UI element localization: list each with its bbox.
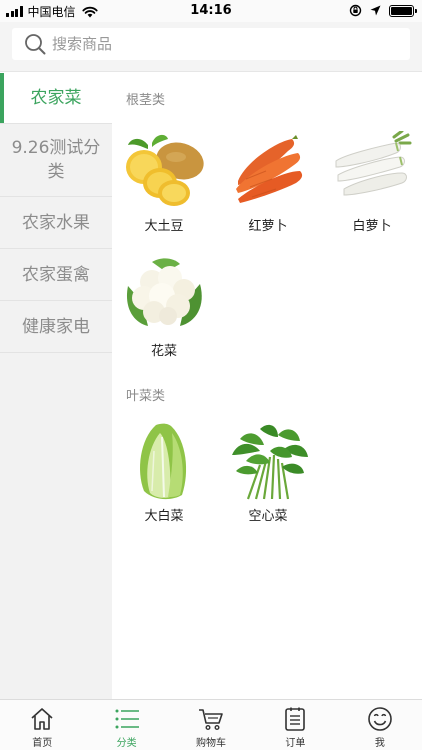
- search-bar: [0, 22, 422, 72]
- sidebar-item-label: 农家水果: [22, 212, 90, 233]
- tab-label: 我: [374, 738, 385, 749]
- search-icon: [25, 34, 46, 55]
- potato-image: [126, 134, 204, 206]
- category-sidebar: 农家菜 9.26测试分类 农家水果 农家蛋禽 健康家电: [0, 73, 112, 699]
- sidebar-item-eggs-poultry[interactable]: 农家蛋禽: [0, 249, 112, 301]
- status-bar: 中国电信 14:16: [0, 0, 422, 22]
- sidebar-item-label: 农家蛋禽: [22, 264, 90, 285]
- sidebar-item-label: 9.26测试分类: [11, 138, 101, 182]
- search-input[interactable]: [52, 35, 382, 53]
- cauliflower-image: [126, 258, 202, 326]
- location-arrow-icon: [370, 5, 381, 16]
- tab-label: 首页: [32, 738, 53, 749]
- search-box[interactable]: [12, 28, 410, 60]
- product-name: 大白菜: [144, 509, 184, 524]
- carrot-image: [236, 135, 303, 203]
- sidebar-item-label: 农家菜: [30, 88, 82, 108]
- product-item[interactable]: 花菜: [112, 256, 216, 376]
- tab-label: 分类: [116, 738, 137, 749]
- home-icon: [31, 708, 53, 730]
- battery-icon: [389, 4, 417, 17]
- tab-category[interactable]: 分类: [84, 700, 168, 750]
- sidebar-item-nongjiacai[interactable]: 农家菜: [0, 73, 112, 124]
- product-item[interactable]: 大白菜: [112, 421, 216, 541]
- product-item[interactable]: 大土豆: [112, 131, 216, 251]
- product-content: 根茎类 大土豆 红萝卜 白萝卜 花菜 叶菜类 大白菜 空心菜: [112, 73, 422, 699]
- tab-label: 订单: [285, 738, 306, 749]
- product-item[interactable]: 白萝卜: [320, 131, 422, 251]
- product-item[interactable]: 空心菜: [216, 421, 320, 541]
- order-icon: [285, 707, 306, 731]
- product-name: 白萝卜: [352, 219, 392, 234]
- section-title-root-vegetables: 根茎类: [126, 93, 166, 108]
- rotation-lock-icon: [349, 4, 362, 17]
- tab-label: 购物车: [196, 738, 227, 749]
- sidebar-item-test-category[interactable]: 9.26测试分类: [0, 124, 112, 197]
- smiley-profile-icon: [368, 707, 392, 731]
- product-name: 花菜: [150, 344, 177, 359]
- section-title-leafy-vegetables: 叶菜类: [126, 389, 166, 404]
- product-name: 大土豆: [144, 219, 184, 234]
- product-item[interactable]: 红萝卜: [216, 131, 320, 251]
- water-spinach-image: [232, 424, 308, 500]
- tab-orders[interactable]: 订单: [253, 700, 337, 750]
- product-name: 空心菜: [248, 509, 288, 524]
- bottom-tab-bar: 首页 分类 购物车 订单 我: [0, 699, 422, 750]
- tab-home[interactable]: 首页: [0, 700, 84, 750]
- sidebar-item-label: 健康家电: [22, 316, 90, 337]
- tab-cart[interactable]: 购物车: [169, 700, 253, 750]
- napa-cabbage-image: [140, 423, 187, 500]
- product-name: 红萝卜: [248, 219, 288, 234]
- sidebar-item-fruit[interactable]: 农家水果: [0, 197, 112, 249]
- category-list-icon: [115, 709, 139, 729]
- cart-icon: [199, 709, 223, 731]
- sidebar-item-appliances[interactable]: 健康家电: [0, 301, 112, 353]
- status-right: [349, 4, 417, 17]
- tab-profile[interactable]: 我: [338, 700, 422, 750]
- white-radish-image: [335, 131, 412, 196]
